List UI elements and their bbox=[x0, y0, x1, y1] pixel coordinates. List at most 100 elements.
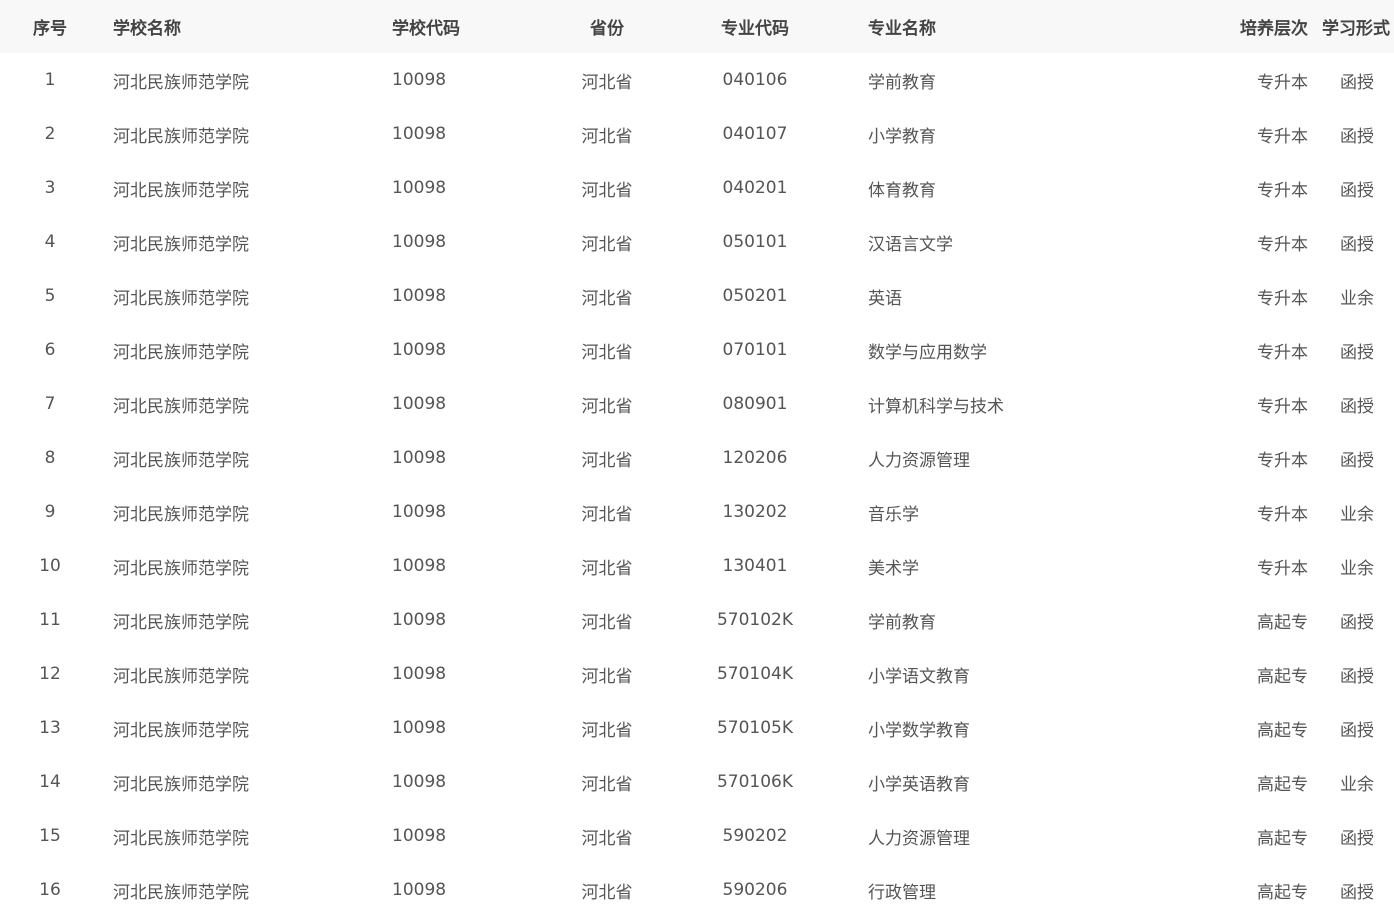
cell-school-code: 10098 bbox=[392, 448, 447, 468]
cell-school-code: 10098 bbox=[392, 286, 447, 306]
table-row: 3 河北民族师范学院 10098 河北省 040201 体育教育 专升本 函授 bbox=[0, 161, 1394, 215]
cell-major-name: 汉语言文学 bbox=[868, 234, 953, 255]
cell-index: 10 bbox=[39, 556, 61, 576]
cell-study-form: 函授 bbox=[1340, 612, 1374, 633]
cell-study-form: 函授 bbox=[1340, 450, 1374, 471]
cell-province: 河北省 bbox=[581, 828, 633, 849]
table-row: 4 河北民族师范学院 10098 河北省 050101 汉语言文学 专升本 函授 bbox=[0, 215, 1394, 269]
cell-level: 专升本 bbox=[1257, 504, 1308, 525]
cell-school-code: 10098 bbox=[392, 880, 447, 900]
cell-major-name: 小学语文教育 bbox=[868, 666, 970, 687]
cell-index: 4 bbox=[44, 232, 56, 252]
cell-school-code: 10098 bbox=[392, 556, 447, 576]
cell-school-code: 10098 bbox=[392, 610, 447, 630]
cell-major-name: 英语 bbox=[868, 288, 902, 309]
header-level: 培养层次 bbox=[1240, 19, 1308, 39]
cell-major-code: 130401 bbox=[722, 556, 788, 576]
cell-school-code: 10098 bbox=[392, 70, 447, 90]
cell-major-name: 小学教育 bbox=[868, 126, 936, 147]
cell-study-form: 业余 bbox=[1340, 504, 1374, 525]
cell-major-name: 音乐学 bbox=[868, 504, 919, 525]
cell-study-form: 业余 bbox=[1340, 774, 1374, 795]
table-row: 15 河北民族师范学院 10098 河北省 590202 人力资源管理 高起专 函授 bbox=[0, 809, 1394, 863]
cell-level: 专升本 bbox=[1257, 342, 1308, 363]
header-study-form: 学习形式 bbox=[1322, 19, 1390, 39]
cell-study-form: 业余 bbox=[1340, 288, 1374, 309]
cell-province: 河北省 bbox=[581, 612, 633, 633]
cell-school-code: 10098 bbox=[392, 394, 447, 414]
cell-level: 专升本 bbox=[1257, 126, 1308, 147]
cell-index: 8 bbox=[44, 448, 56, 468]
table-row: 11 河北民族师范学院 10098 河北省 570102K 学前教育 高起专 函授 bbox=[0, 593, 1394, 647]
cell-province: 河北省 bbox=[581, 342, 633, 363]
cell-index: 2 bbox=[44, 124, 56, 144]
header-major-name: 专业名称 bbox=[868, 19, 936, 39]
table-row: 5 河北民族师范学院 10098 河北省 050201 英语 专升本 业余 bbox=[0, 269, 1394, 323]
cell-province: 河北省 bbox=[581, 774, 633, 795]
cell-province: 河北省 bbox=[581, 396, 633, 417]
cell-level: 高起专 bbox=[1257, 774, 1308, 795]
cell-index: 14 bbox=[39, 772, 61, 792]
cell-major-name: 小学英语教育 bbox=[868, 774, 970, 795]
cell-major-name: 学前教育 bbox=[868, 612, 936, 633]
cell-province: 河北省 bbox=[581, 180, 633, 201]
cell-province: 河北省 bbox=[581, 288, 633, 309]
cell-level: 专升本 bbox=[1257, 288, 1308, 309]
cell-major-code: 570106K bbox=[716, 772, 794, 792]
cell-province: 河北省 bbox=[581, 450, 633, 471]
cell-index: 13 bbox=[39, 718, 61, 738]
cell-study-form: 函授 bbox=[1340, 396, 1374, 417]
cell-major-code: 040106 bbox=[722, 70, 788, 90]
cell-major-code: 040107 bbox=[722, 124, 788, 144]
cell-school-name: 河北民族师范学院 bbox=[113, 450, 249, 471]
cell-index: 6 bbox=[44, 340, 56, 360]
cell-school-name: 河北民族师范学院 bbox=[113, 342, 249, 363]
cell-major-code: 570104K bbox=[716, 664, 794, 684]
cell-province: 河北省 bbox=[581, 126, 633, 147]
cell-study-form: 函授 bbox=[1340, 882, 1374, 903]
cell-major-code: 570105K bbox=[716, 718, 794, 738]
table-body: 1 河北民族师范学院 10098 河北省 040106 学前教育 专升本 函授 2 河北民族师范学… bbox=[0, 53, 1394, 917]
table-row: 10 河北民族师范学院 10098 河北省 130401 美术学 专升本 业余 bbox=[0, 539, 1394, 593]
table-header: 序号 学校名称 学校代码 省份 专业代码 专业名称 培养层次 学习形式 bbox=[0, 0, 1394, 53]
cell-school-code: 10098 bbox=[392, 772, 447, 792]
cell-major-code: 040201 bbox=[722, 178, 788, 198]
cell-school-code: 10098 bbox=[392, 826, 447, 846]
cell-major-code: 590206 bbox=[722, 880, 788, 900]
cell-province: 河北省 bbox=[581, 558, 633, 579]
cell-level: 高起专 bbox=[1257, 828, 1308, 849]
header-school-code: 学校代码 bbox=[392, 19, 460, 39]
header-province: 省份 bbox=[590, 19, 624, 39]
cell-study-form: 函授 bbox=[1340, 72, 1374, 93]
cell-study-form: 函授 bbox=[1340, 180, 1374, 201]
cell-province: 河北省 bbox=[581, 72, 633, 93]
cell-level: 专升本 bbox=[1257, 180, 1308, 201]
cell-school-name: 河北民族师范学院 bbox=[113, 288, 249, 309]
cell-school-name: 河北民族师范学院 bbox=[113, 720, 249, 741]
cell-level: 专升本 bbox=[1257, 234, 1308, 255]
cell-index: 16 bbox=[39, 880, 61, 900]
cell-study-form: 函授 bbox=[1340, 720, 1374, 741]
cell-major-name: 小学数学教育 bbox=[868, 720, 970, 741]
cell-index: 11 bbox=[39, 610, 61, 630]
cell-major-code: 080901 bbox=[722, 394, 788, 414]
cell-study-form: 业余 bbox=[1340, 558, 1374, 579]
table-row: 2 河北民族师范学院 10098 河北省 040107 小学教育 专升本 函授 bbox=[0, 107, 1394, 161]
table-row: 1 河北民族师范学院 10098 河北省 040106 学前教育 专升本 函授 bbox=[0, 53, 1394, 107]
cell-level: 高起专 bbox=[1257, 720, 1308, 741]
cell-school-name: 河北民族师范学院 bbox=[113, 882, 249, 903]
cell-major-code: 130202 bbox=[722, 502, 788, 522]
table-row: 6 河北民族师范学院 10098 河北省 070101 数学与应用数学 专升本 函授 bbox=[0, 323, 1394, 377]
header-index: 序号 bbox=[33, 19, 67, 39]
cell-major-code: 050101 bbox=[722, 232, 788, 252]
header-school-name: 学校名称 bbox=[113, 19, 181, 39]
cell-major-name: 人力资源管理 bbox=[868, 828, 970, 849]
cell-major-code: 120206 bbox=[722, 448, 788, 468]
cell-school-name: 河北民族师范学院 bbox=[113, 558, 249, 579]
cell-index: 5 bbox=[44, 286, 56, 306]
cell-index: 9 bbox=[44, 502, 56, 522]
cell-school-name: 河北民族师范学院 bbox=[113, 234, 249, 255]
cell-province: 河北省 bbox=[581, 666, 633, 687]
cell-major-name: 学前教育 bbox=[868, 72, 936, 93]
cell-school-code: 10098 bbox=[392, 124, 447, 144]
